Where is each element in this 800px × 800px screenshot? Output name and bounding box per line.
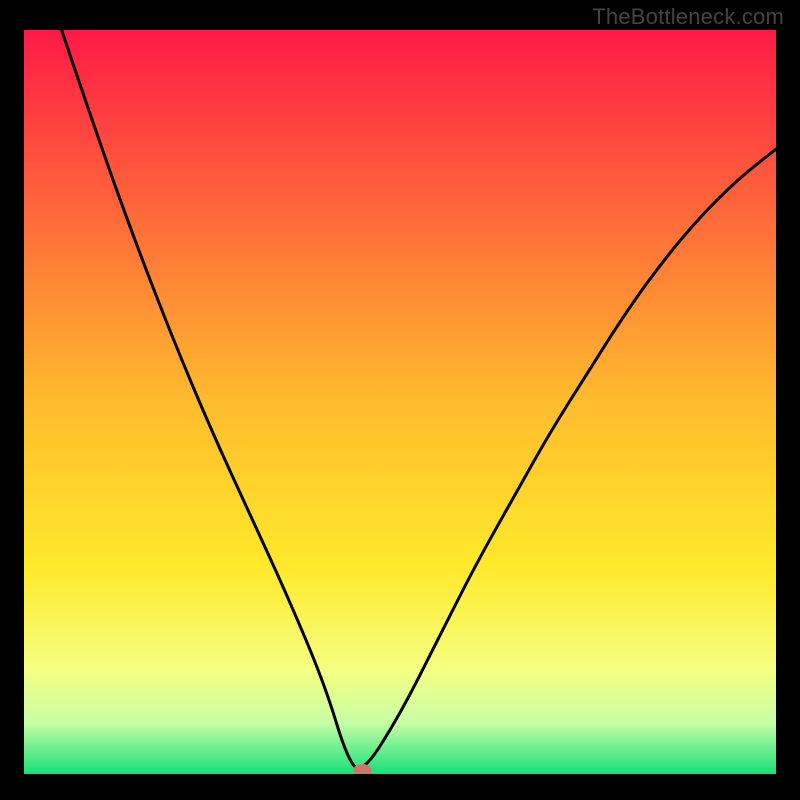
- chart-frame: TheBottleneck.com: [0, 0, 800, 800]
- plot-area: [24, 30, 776, 774]
- bottleneck-chart: [24, 30, 776, 774]
- watermark-text: TheBottleneck.com: [592, 4, 784, 30]
- gradient-background: [24, 30, 776, 774]
